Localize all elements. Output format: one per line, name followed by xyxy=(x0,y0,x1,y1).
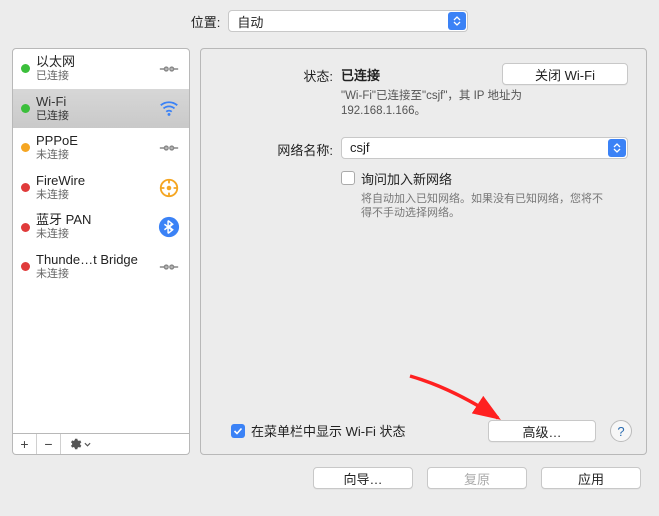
status-dot-icon xyxy=(21,262,30,271)
ask-join-help: 将自动加入已知网络。如果没有已知网络，您将不得不手动选择网络。 xyxy=(361,192,611,221)
network-name-value: csjf xyxy=(350,140,370,155)
sidebar-footer: + − xyxy=(12,434,190,455)
network-name-label: 网络名称: xyxy=(211,137,341,159)
menubar-checkbox-label: 在菜单栏中显示 Wi-Fi 状态 xyxy=(251,421,406,440)
revert-button[interactable]: 复原 xyxy=(427,467,527,489)
sidebar-item-3[interactable]: FireWire未连接 xyxy=(13,168,189,208)
help-button[interactable]: ? xyxy=(610,420,632,442)
bluetooth-icon xyxy=(157,215,181,239)
firewire-icon xyxy=(157,176,181,200)
turn-off-wifi-button[interactable]: 关闭 Wi-Fi xyxy=(502,63,628,85)
status-desc: "Wi-Fi"已连接至"csjf"，其 IP 地址为 192.168.1.166… xyxy=(341,89,571,119)
sidebar-item-4[interactable]: 蓝牙 PAN未连接 xyxy=(13,207,189,247)
wifi-icon xyxy=(157,96,181,120)
status-label: 状态: xyxy=(211,63,341,85)
ethernet-icon xyxy=(157,255,181,279)
sidebar-item-status: 未连接 xyxy=(36,189,151,202)
status-dot-icon xyxy=(21,104,30,113)
annotation-arrow xyxy=(402,368,512,428)
menubar-checkbox[interactable] xyxy=(231,424,245,438)
status-dot-icon xyxy=(21,223,30,232)
chevron-updown-icon xyxy=(608,139,626,157)
status-value: 已连接 xyxy=(341,65,380,84)
sidebar-item-texts: 以太网已连接 xyxy=(36,55,151,83)
advanced-button[interactable]: 高级… xyxy=(488,420,596,442)
sidebar-item-0[interactable]: 以太网已连接 xyxy=(13,49,189,89)
sidebar-item-name: FireWire xyxy=(36,174,151,189)
network-sidebar: 以太网已连接Wi-Fi已连接PPPoE未连接FireWire未连接蓝牙 PAN未… xyxy=(12,48,190,434)
sidebar-item-texts: FireWire未连接 xyxy=(36,174,151,202)
sidebar-item-1[interactable]: Wi-Fi已连接 xyxy=(13,89,189,129)
dialog-button-row: 向导… 复原 应用 xyxy=(0,455,659,489)
sidebar-item-status: 已连接 xyxy=(36,110,151,123)
gear-icon xyxy=(68,437,82,451)
ethernet-icon xyxy=(157,57,181,81)
sidebar-item-name: Thunde…t Bridge xyxy=(36,253,151,268)
sidebar-item-texts: 蓝牙 PAN未连接 xyxy=(36,213,151,241)
sidebar-item-name: PPPoE xyxy=(36,134,151,149)
ethernet-icon xyxy=(157,136,181,160)
sidebar-item-name: 以太网 xyxy=(36,55,151,70)
chevron-updown-icon xyxy=(448,12,466,30)
remove-button[interactable]: − xyxy=(37,434,61,454)
sidebar-item-texts: Wi-Fi已连接 xyxy=(36,95,151,123)
sidebar-item-texts: Thunde…t Bridge未连接 xyxy=(36,253,151,281)
apply-button[interactable]: 应用 xyxy=(541,467,641,489)
sidebar-item-texts: PPPoE未连接 xyxy=(36,134,151,162)
sidebar-item-name: 蓝牙 PAN xyxy=(36,213,151,228)
location-label: 位置: xyxy=(191,12,221,31)
sidebar-item-status: 未连接 xyxy=(36,268,151,281)
ask-join-label: 询问加入新网络 xyxy=(361,169,452,188)
network-name-select[interactable]: csjf xyxy=(341,137,628,159)
sidebar-item-2[interactable]: PPPoE未连接 xyxy=(13,128,189,168)
sidebar-item-status: 未连接 xyxy=(36,149,151,162)
sidebar-item-5[interactable]: Thunde…t Bridge未连接 xyxy=(13,247,189,287)
add-button[interactable]: + xyxy=(13,434,37,454)
help-icon: ? xyxy=(617,424,624,439)
status-dot-icon xyxy=(21,183,30,192)
gear-menu-button[interactable] xyxy=(61,434,97,454)
status-dot-icon xyxy=(21,64,30,73)
check-icon xyxy=(233,426,243,436)
detail-panel: 状态: 已连接 关闭 Wi-Fi "Wi-Fi"已连接至"csjf"，其 IP … xyxy=(200,48,647,455)
location-value: 自动 xyxy=(237,12,263,31)
wizard-button[interactable]: 向导… xyxy=(313,467,413,489)
sidebar-item-status: 未连接 xyxy=(36,228,151,241)
ask-join-checkbox[interactable] xyxy=(341,171,355,185)
status-dot-icon xyxy=(21,143,30,152)
sidebar-item-name: Wi-Fi xyxy=(36,95,151,110)
location-select[interactable]: 自动 xyxy=(228,10,468,32)
chevron-down-icon xyxy=(84,442,91,447)
location-row: 位置: 自动 xyxy=(0,0,659,48)
sidebar-item-status: 已连接 xyxy=(36,70,151,83)
